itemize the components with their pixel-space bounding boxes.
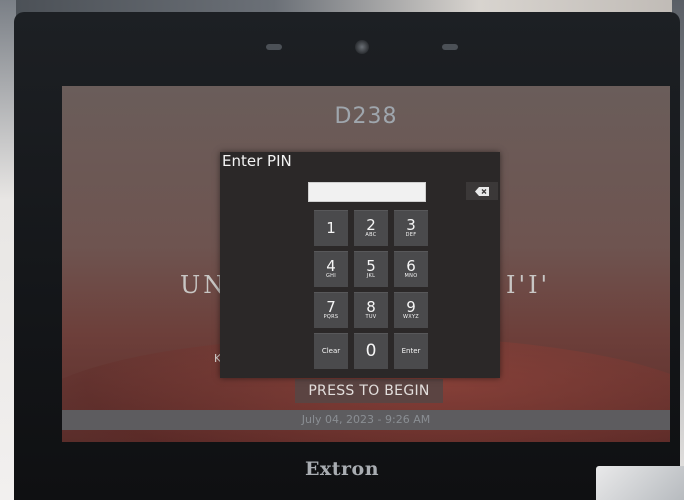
enter-button[interactable]: Enter [394, 333, 428, 369]
pin-dialog-title: Enter PIN [222, 152, 292, 170]
brand-logo: Extron [304, 458, 380, 480]
key-number: 5 [366, 256, 376, 275]
room-name: D238 [334, 104, 398, 129]
key-number: 8 [366, 297, 376, 316]
background-object [596, 466, 684, 500]
key-number: 1 [326, 219, 336, 237]
key-letters: DEF [405, 231, 417, 238]
pin-input[interactable] [308, 182, 426, 202]
key-letters: WXYZ [402, 313, 420, 320]
key-letters: GHI [325, 272, 336, 279]
key-number: 4 [326, 256, 336, 275]
key-number: 2 [366, 215, 376, 234]
datetime-bar: July 04, 2023 - 9:26 AM [62, 410, 670, 430]
key-letters: PQRS [323, 313, 339, 320]
backspace-button[interactable] [466, 182, 498, 200]
key-letters: TUV [365, 313, 377, 320]
key-5[interactable]: 5 JKL [354, 251, 388, 287]
touch-screen: D238 UN I'I' K PRESS TO BEGIN July 04, 2… [62, 86, 670, 442]
sensor-right [442, 44, 458, 50]
enter-label: Enter [401, 347, 421, 355]
key-9[interactable]: 9 WXYZ [394, 292, 428, 328]
clear-label: Clear [321, 347, 341, 355]
key-2[interactable]: 2 ABC [354, 210, 388, 246]
key-letters: MNO [404, 272, 418, 279]
backspace-icon [475, 186, 489, 196]
key-number: 0 [365, 341, 377, 361]
key-number: 7 [326, 297, 336, 316]
press-to-begin-button[interactable]: PRESS TO BEGIN [295, 379, 443, 403]
key-7[interactable]: 7 PQRS [314, 292, 348, 328]
key-letters: ABC [365, 231, 377, 238]
key-6[interactable]: 6 MNO [394, 251, 428, 287]
key-number: 9 [406, 297, 416, 316]
key-0[interactable]: 0 [354, 333, 388, 369]
pin-dialog: Enter PIN 1 2 ABC 3 DEF 4 GHI 5 JKL 6 MN… [220, 152, 500, 378]
sensor-left [266, 44, 282, 50]
background-title-right: I'I' [506, 271, 551, 299]
camera-icon [355, 40, 369, 54]
key-number: 6 [406, 256, 416, 275]
key-3[interactable]: 3 DEF [394, 210, 428, 246]
clear-button[interactable]: Clear [314, 333, 348, 369]
key-letters: JKL [366, 272, 376, 279]
key-1[interactable]: 1 [314, 210, 348, 246]
key-4[interactable]: 4 GHI [314, 251, 348, 287]
key-8[interactable]: 8 TUV [354, 292, 388, 328]
key-number: 3 [406, 215, 416, 234]
